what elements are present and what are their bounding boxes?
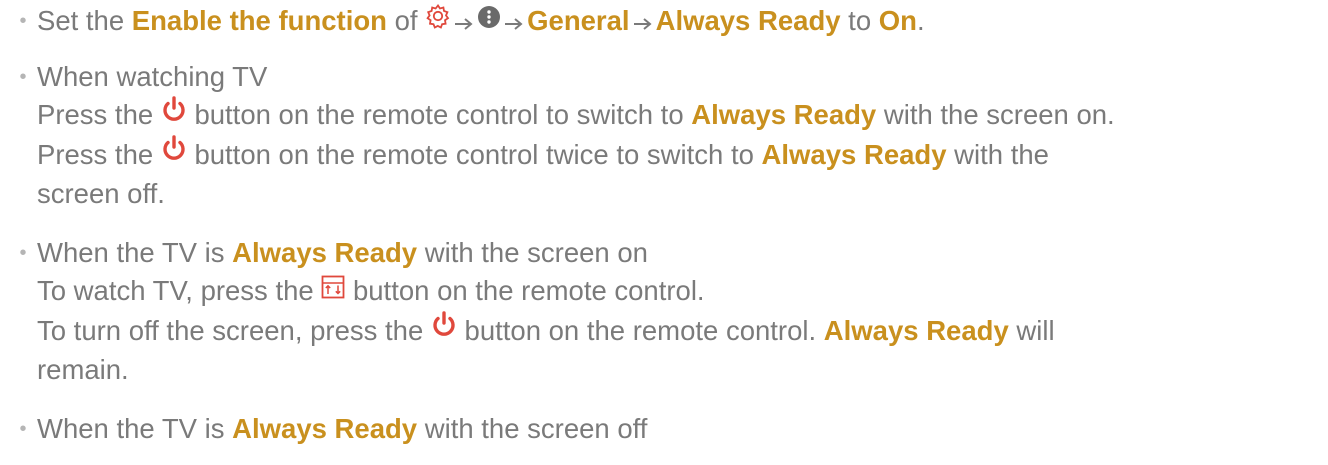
body-text: button on the remote control.: [456, 314, 824, 346]
more-options-icon: [477, 1, 501, 39]
menu-term: Always Ready: [232, 413, 418, 444]
power-icon: [431, 310, 457, 348]
body-text: with the screen on: [417, 237, 648, 268]
body-text: button on the remote control.: [345, 275, 705, 306]
body-text: Set the: [37, 5, 132, 36]
menu-term: Always Ready: [232, 237, 418, 268]
menu-term: Always Ready: [655, 5, 841, 36]
menu-term: Always Ready: [761, 138, 947, 170]
bullet-line: screen off.: [37, 175, 1328, 213]
bullet-line: To watch TV, press the button on the rem…: [37, 272, 1328, 312]
bullet-line: remain.: [37, 351, 1328, 389]
menu-term: Enable the function: [131, 5, 387, 36]
body-text: with the screen on.: [876, 99, 1115, 130]
menu-term: On: [878, 5, 917, 36]
body-text: When the TV is: [37, 237, 233, 268]
power-icon: [161, 134, 187, 172]
bullet-line: To turn off the screen, press the button…: [37, 310, 1328, 352]
settings-gear-icon: [425, 1, 451, 39]
bullet-line: When the TV is Always Ready with the scr…: [37, 234, 1328, 272]
bullet-dot: •: [19, 10, 27, 32]
bullet-line: Press the button on the remote control t…: [37, 96, 1328, 136]
menu-term: Always Ready: [823, 314, 1009, 346]
body-text: to: [840, 5, 879, 36]
bullet-line: When watching TV: [37, 58, 1328, 96]
body-text: button on the remote control to switch t…: [186, 99, 692, 130]
body-text: Press the: [37, 138, 161, 170]
power-icon: [161, 95, 187, 133]
bullet-item-screen-on: • When the TV is Always Ready with the s…: [19, 234, 1328, 389]
bullet-line: When the TV is Always Ready with the scr…: [37, 410, 1328, 448]
bullet-line: Set the Enable the function of General Al…: [37, 2, 1328, 42]
body-text: with the screen off: [417, 413, 648, 444]
body-text: To watch TV, press the: [37, 275, 322, 306]
body-text: with the: [946, 138, 1049, 170]
arrow-right-icon: [503, 4, 525, 42]
body-text: .: [916, 5, 925, 36]
bullet-dot: •: [19, 418, 27, 440]
bullet-line: Press the button on the remote control t…: [37, 134, 1328, 176]
body-text: When the TV is: [37, 413, 233, 444]
bullet-dot: •: [19, 66, 27, 88]
bullet-item-enable: • Set the Enable the function of General…: [19, 2, 1328, 42]
menu-term: Always Ready: [691, 99, 877, 130]
bullet-item-watching: • When watching TV Press the button on t…: [19, 58, 1328, 213]
input-source-icon: [321, 271, 345, 309]
body-text: will: [1008, 314, 1055, 346]
body-text: of: [386, 5, 426, 36]
menu-term: General: [527, 5, 630, 36]
body-text: When watching TV: [37, 61, 268, 92]
bullet-dot: •: [19, 242, 27, 264]
arrow-right-icon: [453, 4, 475, 42]
body-text: remain.: [37, 354, 129, 386]
bullet-item-screen-off: • When the TV is Always Ready with the s…: [19, 410, 1328, 448]
body-text: Press the: [37, 99, 161, 130]
arrow-right-icon: [632, 4, 654, 42]
body-text: screen off.: [37, 178, 165, 210]
body-text: To turn off the screen, press the: [37, 314, 431, 346]
body-text: button on the remote control twice to sw…: [186, 138, 762, 170]
